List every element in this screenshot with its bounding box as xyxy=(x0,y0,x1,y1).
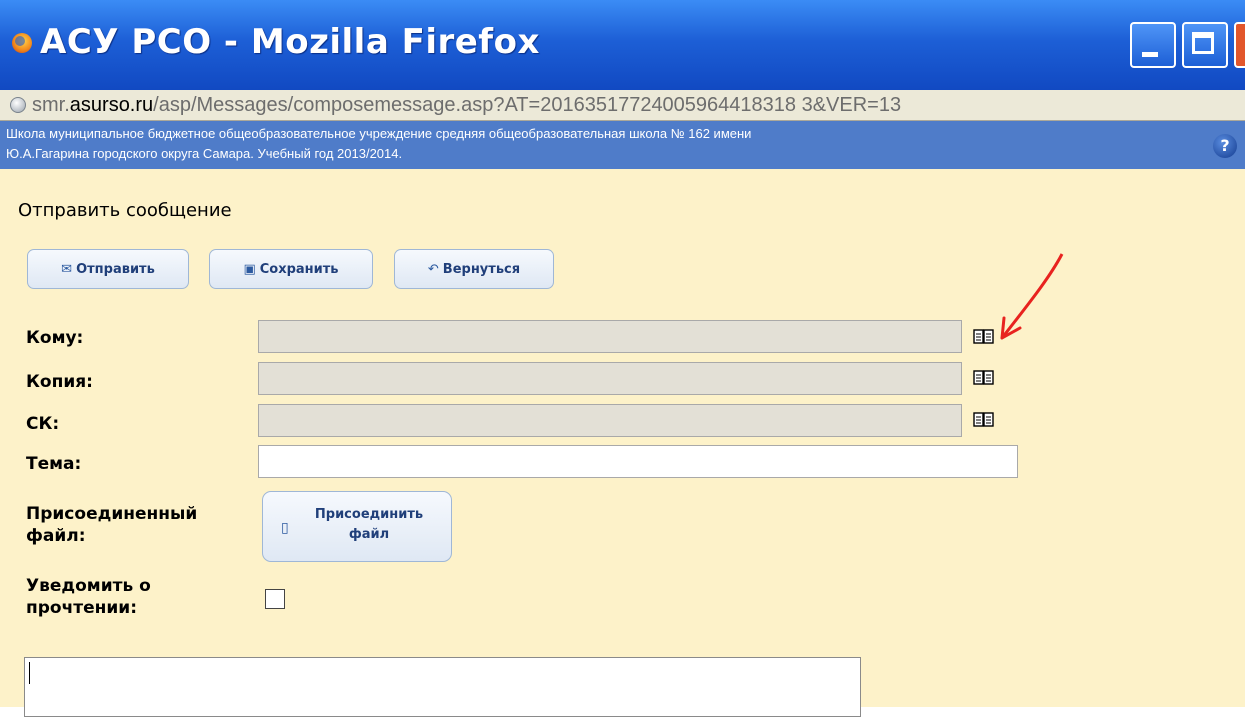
firefox-icon xyxy=(12,33,32,53)
to-field[interactable] xyxy=(258,320,962,353)
save-button[interactable]: ▣ Сохранить xyxy=(209,249,373,289)
copy-field[interactable] xyxy=(258,362,962,395)
address-book-icon[interactable] xyxy=(973,369,994,386)
attached-file-label-line-2: файл: xyxy=(26,526,86,546)
maximize-button[interactable] xyxy=(1182,22,1228,68)
url-prefix: smr. xyxy=(32,94,70,116)
page-title: Отправить сообщение xyxy=(18,200,232,221)
minimize-button[interactable] xyxy=(1130,22,1176,68)
floppy-icon: ▣ xyxy=(243,261,256,277)
read-receipt-checkbox[interactable] xyxy=(265,589,285,609)
send-button-label: Отправить xyxy=(76,261,155,277)
envelope-icon: ✉ xyxy=(61,261,73,277)
address-bar[interactable]: smr.asurso.ru/asp/Messages/composemessag… xyxy=(0,90,1245,121)
address-book-icon[interactable] xyxy=(973,411,994,428)
send-button[interactable]: ✉ Отправить xyxy=(27,249,189,289)
site-identity-icon[interactable] xyxy=(10,97,26,113)
attached-file-label: Присоединенный файл: xyxy=(26,503,197,547)
attach-file-button[interactable]: ▯ Присоединить файл xyxy=(262,491,452,562)
attached-file-label-line-1: Присоединенный xyxy=(26,504,198,524)
school-info-line-1: Школа муниципальное бюджетное общеобразо… xyxy=(6,126,752,141)
text-caret xyxy=(29,662,30,684)
subject-input[interactable] xyxy=(258,445,1018,478)
return-arrow-icon: ↶ xyxy=(427,261,439,277)
window-title: АСУ РСО - Mozilla Firefox xyxy=(40,22,540,62)
subject-label: Тема: xyxy=(26,454,82,474)
bcc-field[interactable] xyxy=(258,404,962,437)
file-icon: ▯ xyxy=(281,520,289,536)
school-info-bar: Школа муниципальное бюджетное общеобразо… xyxy=(0,121,1245,169)
compose-form: Отправить сообщение ✉ Отправить ▣ Сохран… xyxy=(0,169,1245,717)
read-receipt-label-line-2: прочтении: xyxy=(26,598,138,618)
url-domain: asurso.ru xyxy=(69,94,154,116)
read-receipt-label-line-1: Уведомить о xyxy=(26,576,151,596)
close-button[interactable] xyxy=(1234,22,1245,68)
read-receipt-label: Уведомить о прочтении: xyxy=(26,575,151,619)
to-label: Кому: xyxy=(26,328,84,348)
message-body-textarea[interactable] xyxy=(24,657,861,717)
url-path: /asp/Messages/composemessage.asp?AT=2016… xyxy=(153,94,902,116)
school-info-line-2: Ю.А.Гагарина городского округа Самара. У… xyxy=(6,146,403,161)
attach-file-button-label: Присоединить файл xyxy=(299,505,439,545)
bcc-label: СК: xyxy=(26,414,60,434)
url-text[interactable]: smr.asurso.ru/asp/Messages/composemessag… xyxy=(32,94,901,117)
attach-file-button-line-1: Присоединить xyxy=(314,507,424,522)
copy-label: Копия: xyxy=(26,372,93,392)
help-icon[interactable]: ? xyxy=(1213,134,1237,158)
back-button-label: Вернуться xyxy=(442,261,521,277)
save-button-label: Сохранить xyxy=(259,261,339,277)
back-button[interactable]: ↶ Вернуться xyxy=(394,249,554,289)
window-title-bar: АСУ РСО - Mozilla Firefox xyxy=(0,0,1245,90)
annotation-arrow xyxy=(1000,253,1064,340)
attach-file-button-line-2: файл xyxy=(348,527,390,542)
